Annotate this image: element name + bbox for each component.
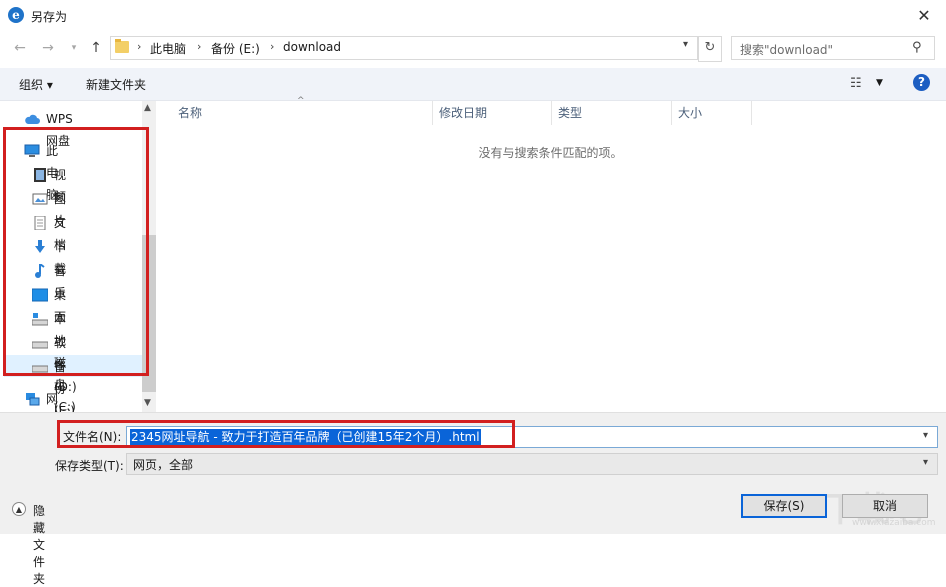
refresh-icon[interactable]: ↻ xyxy=(698,36,722,62)
search-icon[interactable]: ⚲ xyxy=(912,40,922,55)
back-arrow-icon[interactable]: ← xyxy=(10,38,30,58)
breadcrumb-drive-e[interactable]: 备份 (E:) xyxy=(211,40,260,57)
command-toolbar: 组织 ▾ 新建文件夹 ☷ ▼ ? xyxy=(0,68,946,101)
window-title: 另存为 xyxy=(31,10,68,24)
network-icon xyxy=(26,393,40,406)
filetype-dropdown-icon[interactable]: ▾ xyxy=(923,457,928,468)
scroll-down-icon[interactable]: ▼ xyxy=(144,398,151,408)
scroll-up-icon[interactable]: ▲ xyxy=(144,103,151,113)
watermark-url: www.xiazaiba.com xyxy=(852,518,936,528)
cancel-button[interactable]: 取消 xyxy=(842,494,928,518)
forward-arrow-icon[interactable]: → xyxy=(38,38,58,58)
recent-locations-chevron-icon[interactable]: ▾ xyxy=(64,38,84,58)
filetype-label: 保存类型(T): xyxy=(55,459,124,473)
close-button[interactable]: ✕ xyxy=(910,4,938,28)
column-header-size[interactable]: 大小 xyxy=(672,101,752,125)
title-bar xyxy=(0,0,946,32)
breadcrumb-separator: › xyxy=(197,40,202,53)
column-header-type[interactable]: 类型 xyxy=(552,101,672,125)
folder-icon xyxy=(115,39,129,53)
highlight-box-filename xyxy=(57,420,515,448)
up-arrow-icon[interactable]: ↑ xyxy=(86,38,106,58)
help-icon[interactable]: ? xyxy=(913,74,930,91)
breadcrumb-separator: › xyxy=(137,40,142,53)
breadcrumb-this-pc[interactable]: 此电脑 xyxy=(150,40,186,57)
save-button[interactable]: 保存(S) xyxy=(741,494,827,518)
column-header-name[interactable]: 名称 xyxy=(172,101,433,125)
organize-menu-button[interactable]: 组织 ▾ xyxy=(19,76,53,93)
filetype-select[interactable]: 网页，全部 ▾ xyxy=(126,453,938,475)
search-placeholder: 搜索"download" xyxy=(740,43,834,57)
breadcrumb-separator: › xyxy=(270,40,275,53)
address-bar[interactable]: › 此电脑 › 备份 (E:) › download ▾ xyxy=(110,36,698,60)
new-folder-button[interactable]: 新建文件夹 xyxy=(86,76,146,93)
empty-list-message: 没有与搜索条件匹配的项。 xyxy=(478,146,623,160)
chevron-up-icon: ▲ xyxy=(12,502,26,516)
view-options-icon[interactable]: ☷ xyxy=(850,76,862,91)
cloud-icon xyxy=(25,114,40,124)
browser-e-icon: e xyxy=(8,7,24,23)
breadcrumb-download[interactable]: download xyxy=(283,40,341,54)
filetype-value: 网页，全部 xyxy=(133,458,194,472)
column-header-modified[interactable]: 修改日期 xyxy=(433,101,552,125)
hide-folders-label: 隐藏文件夹 xyxy=(33,504,46,586)
view-dropdown-icon[interactable]: ▼ xyxy=(876,78,883,88)
filename-dropdown-icon[interactable]: ▾ xyxy=(923,430,928,441)
address-dropdown-icon[interactable]: ▾ xyxy=(683,39,688,50)
search-input[interactable]: 搜索"download" ⚲ xyxy=(731,36,935,60)
highlight-box-nav xyxy=(3,127,149,376)
